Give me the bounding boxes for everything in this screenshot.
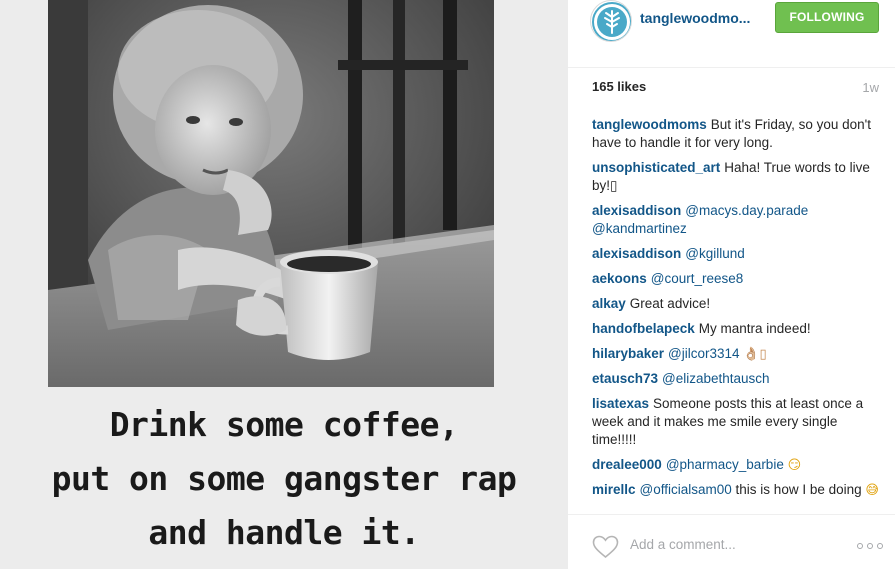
smirk-emoji-icon: 😏 bbox=[787, 457, 802, 472]
post-username[interactable]: tanglewoodmo... bbox=[640, 10, 755, 26]
comment-item: handofbelapeck My mantra indeed! bbox=[592, 320, 882, 338]
sweat-smile-emoji-icon: 😅 bbox=[865, 482, 879, 497]
comment-item: tanglewoodmoms But it's Friday, so you do… bbox=[592, 116, 882, 152]
post-sidebar: tanglewoodmo... FOLLOWING 165 likes 1w t… bbox=[568, 0, 895, 569]
comment-item: lisatexas Someone posts this at least onc… bbox=[592, 395, 882, 449]
comment-mention[interactable]: @officialsam00 bbox=[640, 482, 732, 497]
comment-item: aekoons @court_reese8 bbox=[592, 270, 882, 288]
comment-username[interactable]: tanglewoodmoms bbox=[592, 117, 707, 132]
post-header: tanglewoodmo... FOLLOWING bbox=[568, 0, 895, 68]
more-options-icon[interactable] bbox=[857, 541, 883, 551]
comment-mention[interactable]: @jilcor3314 bbox=[668, 346, 740, 361]
comment-item: drealee000 @pharmacy_barbie 😏 bbox=[592, 456, 882, 474]
comment-username[interactable]: handofbelapeck bbox=[592, 321, 695, 336]
meme-caption-line: and handle it. bbox=[148, 513, 420, 552]
comment-list[interactable]: tanglewoodmoms But it's Friday, so you do… bbox=[592, 116, 882, 514]
comment-username[interactable]: hilarybaker bbox=[592, 346, 664, 361]
post-media: Drink some coffee, put on some gangster … bbox=[0, 0, 568, 569]
meme-caption-line: Drink some coffee, bbox=[109, 405, 459, 444]
ok-hand-emoji-icon: 👌🏼▯ bbox=[743, 346, 767, 361]
comment-item: alexisaddison @kgillund bbox=[592, 245, 882, 263]
comment-username[interactable]: lisatexas bbox=[592, 396, 649, 411]
meme-caption-line: put on some gangster rap bbox=[51, 459, 517, 498]
meme-caption: Drink some coffee, put on some gangster … bbox=[0, 398, 568, 560]
comment-username[interactable]: alkay bbox=[592, 296, 626, 311]
post-footer bbox=[568, 514, 895, 569]
comment-mention[interactable]: @kgillund bbox=[685, 246, 744, 261]
comment-username[interactable]: unsophisticated_art bbox=[592, 160, 720, 175]
likes-count[interactable]: 165 likes bbox=[592, 79, 646, 94]
comment-text: this is how I be doing bbox=[735, 482, 862, 497]
comment-item: hilarybaker @jilcor3314 👌🏼▯ bbox=[592, 345, 882, 363]
comment-username[interactable]: alexisaddison bbox=[592, 246, 681, 261]
more-dot bbox=[857, 543, 863, 549]
heart-outline-icon[interactable] bbox=[592, 535, 619, 559]
add-comment-input[interactable] bbox=[630, 537, 830, 552]
comment-username[interactable]: alexisaddison bbox=[592, 203, 681, 218]
comment-item: etausch73 @elizabethtausch bbox=[592, 370, 882, 388]
comment-mention[interactable]: @pharmacy_barbie bbox=[666, 457, 784, 472]
tree-logo-icon[interactable] bbox=[590, 0, 632, 42]
comment-item: unsophisticated_art Haha! True words to l… bbox=[592, 159, 882, 195]
comment-text: Great advice! bbox=[629, 296, 711, 311]
comment-item: alkay Great advice! bbox=[592, 295, 882, 313]
comment-username[interactable]: aekoons bbox=[592, 271, 647, 286]
comment-username[interactable]: mirellc bbox=[592, 482, 636, 497]
more-dot bbox=[867, 543, 873, 549]
more-dot bbox=[877, 543, 883, 549]
comment-mention[interactable]: @court_reese8 bbox=[651, 271, 744, 286]
comment-username[interactable]: etausch73 bbox=[592, 371, 658, 386]
post-photo bbox=[48, 0, 494, 387]
emoji-icon: ▯ bbox=[610, 178, 618, 193]
photo-child-coffee-image bbox=[48, 0, 494, 387]
post-timestamp[interactable]: 1w bbox=[862, 80, 879, 95]
comment-username[interactable]: drealee000 bbox=[592, 457, 662, 472]
comment-item: alexisaddison @macys.day.parade @kandmart… bbox=[592, 202, 882, 238]
following-button[interactable]: FOLLOWING bbox=[775, 2, 879, 33]
comment-item: mirellc @officialsam00 this is how I be d… bbox=[592, 481, 882, 499]
comment-text: My mantra indeed! bbox=[698, 321, 811, 336]
comment-mention[interactable]: @elizabethtausch bbox=[662, 371, 770, 386]
